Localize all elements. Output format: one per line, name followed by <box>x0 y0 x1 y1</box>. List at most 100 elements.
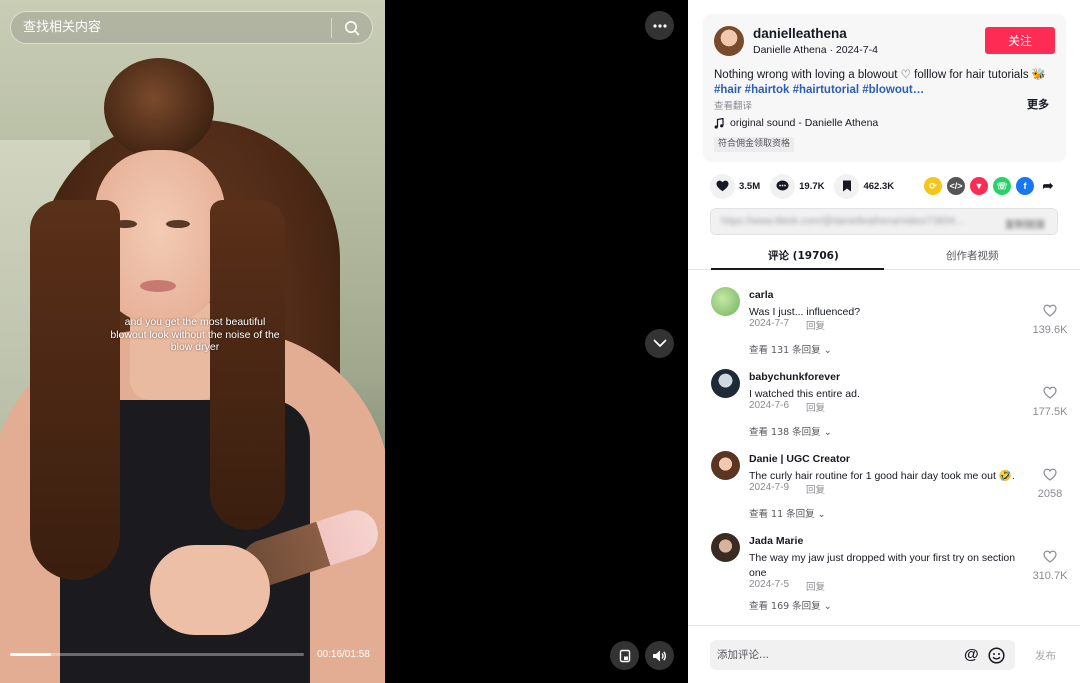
music-link[interactable]: original sound - Danielle Athena <box>714 117 878 129</box>
video-lips <box>140 280 176 292</box>
video-player[interactable]: and you get the most beautiful blowout l… <box>0 0 688 683</box>
comment-like-count: 2058 <box>1037 488 1063 500</box>
comment-username[interactable]: carla <box>749 289 774 301</box>
video-subtitle: and you get the most beautiful blowout l… <box>110 316 280 353</box>
tab-comments[interactable]: 评论 (19706) <box>768 248 839 263</box>
send-icon[interactable]: ▼ <box>970 177 988 195</box>
more-button[interactable]: 更多 <box>1027 96 1049 112</box>
post-description: Nothing wrong with loving a blowout ♡ fo… <box>714 68 1059 98</box>
commenter-avatar[interactable] <box>711 451 740 480</box>
post-comment-button[interactable]: 发布 <box>1035 648 1056 663</box>
view-replies-label: 查看 138 条回复 <box>749 427 821 438</box>
reply-button[interactable]: 回复 <box>806 318 825 332</box>
search-button[interactable] <box>332 12 372 43</box>
comment-text: Was I just... influenced? <box>749 306 861 318</box>
reply-button[interactable]: 回复 <box>806 482 825 496</box>
author-name-date: Danielle Athena · 2024-7-4 <box>753 44 878 56</box>
heart-icon <box>716 180 729 192</box>
heart-outline-icon <box>1043 304 1057 317</box>
commenter-avatar[interactable] <box>711 533 740 562</box>
emoji-icon[interactable] <box>988 647 1005 664</box>
comment-date: 2024-7-7 <box>749 318 790 329</box>
view-replies-button[interactable]: 查看 138 条回复 ⌄ <box>749 424 832 438</box>
embed-icon[interactable]: </> <box>947 177 965 195</box>
side-panel: danielleathena Danielle Athena · 2024-7-… <box>688 0 1080 683</box>
author-avatar[interactable] <box>714 26 744 56</box>
video-progress-bar[interactable] <box>10 653 304 656</box>
next-video-button[interactable] <box>645 329 674 358</box>
video-search-bar[interactable] <box>10 11 373 44</box>
comment-text: I watched this entire ad. <box>749 388 860 400</box>
chevron-down-icon <box>653 339 666 347</box>
music-note-icon <box>714 117 724 129</box>
reply-button[interactable]: 回复 <box>806 400 825 414</box>
description-text: Nothing wrong with loving a blowout ♡ fo… <box>714 69 1047 81</box>
engagement-bar: 3.5M 19.7K 462.3K <box>710 173 904 199</box>
commission-badge: 符合佣金领取资格 <box>714 137 795 152</box>
comment-like-button[interactable]: 139.6K <box>1020 304 1080 336</box>
comment-like-button[interactable]: 310.7K <box>1020 550 1080 582</box>
comment-item: babychunkforever I watched this entire a… <box>688 369 1080 449</box>
more-options-button[interactable] <box>645 11 674 40</box>
comment-text: The way my jaw just dropped with your fi… <box>749 552 1016 579</box>
share-link-box[interactable]: https://www.tiktok.com/@danielleathena/v… <box>710 208 1058 235</box>
comment-icon <box>776 180 789 191</box>
mention-icon[interactable]: @ <box>964 646 979 663</box>
comment-count: 19.7K <box>799 180 825 192</box>
video-hands <box>150 545 270 635</box>
search-icon <box>345 20 360 35</box>
heart-outline-icon <box>1043 550 1057 563</box>
video-hair-left <box>30 200 120 580</box>
facebook-icon[interactable]: f <box>1016 177 1034 195</box>
comment-username[interactable]: Danie | UGC Creator <box>749 453 850 465</box>
comment-item: Danie | UGC Creator The curly hair routi… <box>688 451 1080 531</box>
heart-outline-icon <box>1043 468 1057 481</box>
heart-outline-icon <box>1043 386 1057 399</box>
save-button[interactable]: 462.3K <box>834 173 895 199</box>
save-icon-wrap <box>834 173 860 199</box>
copy-link-button[interactable]: 复制链接 <box>1005 216 1045 231</box>
like-button[interactable]: 3.5M <box>710 173 761 199</box>
comment-text: The curly hair routine for 1 good hair d… <box>749 470 1015 482</box>
video-hair-right <box>210 200 285 530</box>
volume-button[interactable] <box>645 641 674 670</box>
comment-like-count: 139.6K <box>1032 324 1068 336</box>
comment-username[interactable]: Jada Marie <box>749 535 803 547</box>
video-progress-fill <box>10 653 52 656</box>
comment-item: carla Was I just... influenced? 2024-7-7… <box>688 287 1080 367</box>
share-arrow-icon[interactable]: ➦ <box>1039 177 1057 195</box>
like-icon-wrap <box>710 173 735 199</box>
comment-composer: @ 发布 <box>688 625 1080 683</box>
comment-like-button[interactable]: 177.5K <box>1020 386 1080 418</box>
reply-button[interactable]: 回复 <box>806 579 825 593</box>
like-count: 3.5M <box>739 180 761 192</box>
hashtag-links[interactable]: #hair #hairtok #hairtutorial #blowout… <box>714 84 924 96</box>
tab-creator-videos[interactable]: 创作者视频 <box>946 248 999 263</box>
view-replies-button[interactable]: 查看 169 条回复 ⌄ <box>749 598 832 612</box>
save-count: 462.3K <box>863 180 895 192</box>
comment-username[interactable]: babychunkforever <box>749 371 840 383</box>
video-hair-bun <box>104 58 214 158</box>
whatsapp-icon[interactable]: ☏ <box>993 177 1011 195</box>
video-frame[interactable]: and you get the most beautiful blowout l… <box>0 0 385 683</box>
comment-date: 2024-7-9 <box>749 482 790 493</box>
video-time: 00:16/01:58 <box>317 649 370 660</box>
see-translation-link[interactable]: 查看翻译 <box>714 98 752 112</box>
repost-icon[interactable]: ⟳ <box>924 177 942 195</box>
view-replies-button[interactable]: 查看 11 条回复 ⌄ <box>749 506 826 520</box>
comment-button[interactable]: 19.7K <box>770 173 825 199</box>
view-replies-label: 查看 11 条回复 <box>749 509 815 520</box>
commenter-avatar[interactable] <box>711 287 740 316</box>
author-handle[interactable]: danielleathena <box>753 26 847 41</box>
follow-button[interactable]: 关注 <box>985 27 1055 54</box>
comment-icon-wrap <box>770 173 796 199</box>
search-input[interactable] <box>11 12 331 43</box>
view-replies-button[interactable]: 查看 131 条回复 ⌄ <box>749 342 832 356</box>
comment-item: Jada Marie The way my jaw just dropped w… <box>688 533 1080 613</box>
commenter-avatar[interactable] <box>711 369 740 398</box>
comment-date: 2024-7-6 <box>749 400 790 411</box>
comment-like-button[interactable]: 2058 <box>1020 468 1080 500</box>
floating-player-button[interactable] <box>610 641 639 670</box>
comment-like-count: 310.7K <box>1032 570 1068 582</box>
picture-in-picture-icon <box>619 649 630 662</box>
